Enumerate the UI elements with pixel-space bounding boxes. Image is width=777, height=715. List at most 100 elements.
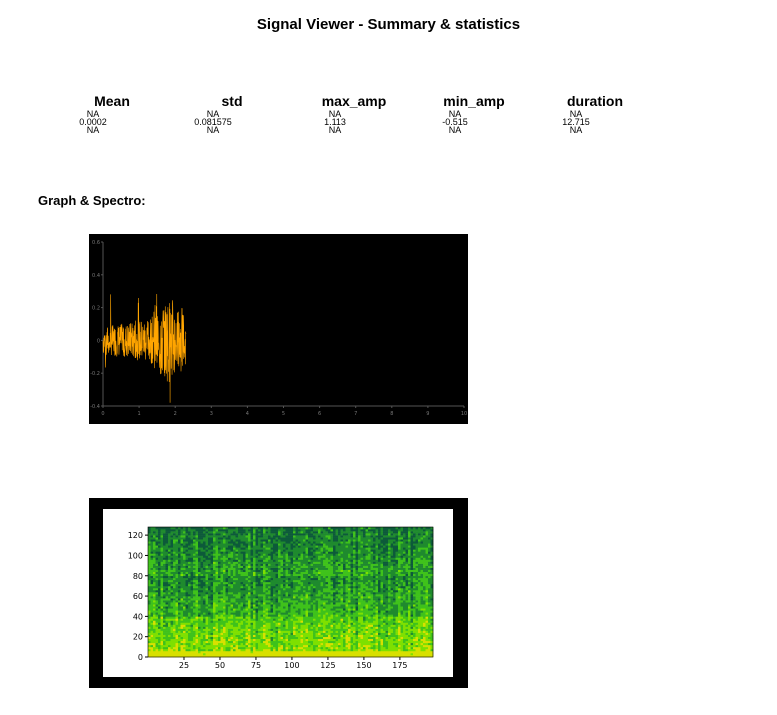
spectrogram-cell	[223, 575, 226, 579]
spectrogram-cell	[288, 589, 291, 593]
spectrogram-cell	[215, 618, 219, 621]
spectrogram-cell	[270, 632, 274, 635]
spectrogram-cell	[328, 569, 331, 572]
spectrogram-cell	[305, 606, 309, 609]
spectrogram-cell	[260, 622, 264, 625]
spectrogram-cell	[323, 640, 326, 644]
spectrogram-cell	[400, 573, 404, 577]
spectrogram-cell	[233, 636, 236, 640]
spectrogram-cell	[395, 640, 399, 644]
spectrogram-cell	[405, 618, 409, 621]
spectrogram-cell	[315, 632, 319, 635]
spectrogram-cell	[203, 579, 206, 583]
spectrogram-cell	[378, 620, 381, 623]
spectrogram-cell	[190, 618, 194, 621]
spectrogram-cell	[413, 610, 416, 613]
spectrogram-cell	[395, 585, 399, 589]
spectrogram-cell	[315, 636, 319, 640]
spectrogram-cell	[180, 630, 184, 633]
spectrogram-cell	[213, 579, 216, 583]
spectrogram-cell	[388, 614, 391, 617]
spectrogram-cell	[410, 606, 414, 609]
spectrogram-cell	[288, 636, 291, 640]
spectrogram-cell	[350, 644, 354, 648]
spectrogram-cell	[215, 620, 219, 623]
spectrogram-cell	[358, 616, 361, 619]
spectrogram-cell	[165, 622, 169, 625]
spectrogram-cell	[395, 573, 399, 577]
spectrogram-cell	[403, 585, 406, 589]
spectrogram-cell	[248, 594, 251, 597]
spectrogram-cell	[365, 614, 369, 617]
spectrogram-cell	[283, 646, 286, 650]
spectrogram-cell	[260, 650, 264, 654]
spectrogram-cell	[258, 596, 261, 599]
spectrogram-cell	[423, 644, 426, 648]
spectrogram-cell	[378, 626, 381, 629]
spectrogram-cell	[355, 604, 359, 607]
spectrogram-cell	[383, 606, 386, 609]
spectrogram-cell	[408, 630, 411, 633]
spectrogram-cell	[225, 624, 229, 627]
spectrogram-cell	[188, 618, 191, 621]
spectrogram-cell	[238, 634, 241, 637]
spectrogram-cell	[210, 622, 214, 625]
spectrogram-cell	[340, 589, 344, 593]
spectrogram-cell	[335, 583, 339, 587]
spectrogram-cell	[303, 612, 306, 615]
spectrogram-cell	[358, 577, 361, 581]
spectrogram-cell	[298, 650, 301, 654]
spectrogram-cell	[168, 589, 171, 593]
spectrogram-cell	[148, 626, 151, 629]
spectrogram-cell	[168, 644, 171, 648]
spectrogram-cell	[325, 620, 329, 623]
spectrogram-cell	[420, 598, 424, 601]
spectrogram-cell	[340, 630, 344, 633]
spectrogram-cell	[348, 575, 351, 579]
spectrogram-cell	[263, 642, 266, 646]
spectrogram-cell	[290, 598, 294, 601]
spectrogram-cell	[385, 606, 389, 609]
spectrogram-cell	[293, 610, 296, 613]
spectrogram-cell	[258, 610, 261, 613]
spectrogram-cell	[195, 604, 199, 607]
spectrogram-cell	[248, 618, 251, 621]
spectrogram-cell	[178, 648, 181, 652]
spectrogram-cell	[170, 616, 174, 619]
spectrogram-cell	[418, 594, 421, 597]
spectrogram-cell	[405, 592, 409, 595]
spectrogram-cell	[288, 614, 291, 617]
spectrogram-cell	[180, 600, 184, 603]
spectrogram-cell	[358, 585, 361, 589]
spectrogram-cell	[283, 602, 286, 605]
spectrogram-cell	[303, 614, 306, 617]
spectrogram-cell	[310, 630, 314, 633]
spectrogram-cell	[258, 652, 261, 656]
spectrogram-cell	[275, 614, 279, 617]
spectrogram-cell	[313, 616, 316, 619]
spectrogram-cell	[425, 602, 429, 605]
spectrogram-cell	[225, 626, 229, 629]
spectrogram-cell	[410, 612, 414, 615]
spectrogram-cell	[255, 626, 259, 629]
spectrogram-cell	[170, 628, 174, 631]
spectrogram-cell	[318, 630, 321, 633]
spectrogram-cell	[405, 648, 409, 652]
spectrogram-cell	[340, 587, 344, 591]
spectrogram-cell	[343, 594, 346, 597]
spectrogram-cell	[273, 608, 276, 611]
spectrogram-cell	[160, 644, 164, 648]
spectrogram-cell	[313, 642, 316, 646]
spectrogram-cell	[405, 630, 409, 633]
spectrogram-cell	[418, 600, 421, 603]
spectrogram-cell	[280, 644, 284, 648]
spectrogram-cell	[245, 610, 249, 613]
spectrogram-cell	[393, 610, 396, 613]
spectrogram-cell	[358, 614, 361, 617]
spectrogram-cell	[348, 652, 351, 656]
spectrogram-cell	[170, 571, 174, 575]
spectrogram-cell	[225, 612, 229, 615]
spectrogram-cell	[320, 646, 324, 650]
spectrogram-cell	[268, 650, 271, 654]
spectrogram-cell	[260, 648, 264, 652]
